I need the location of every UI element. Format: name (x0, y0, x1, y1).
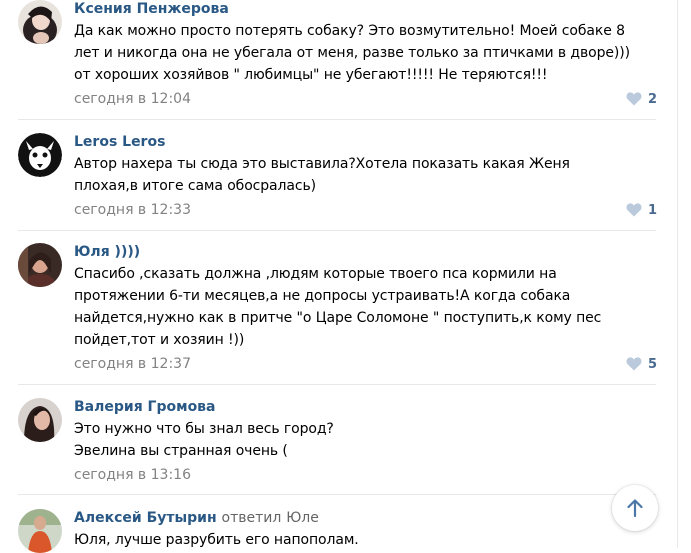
comment-item: Валерия Громова Это нужно что бы знал ве… (0, 398, 660, 488)
comment-author: Алексей Бутырин ответил Юле (74, 509, 319, 527)
comment-timestamp[interactable]: сегодня в 12:33 (74, 201, 191, 219)
comment-author[interactable]: Валерия Громова (74, 398, 216, 416)
comment-separator (18, 119, 656, 120)
avatar[interactable] (18, 509, 62, 553)
comment-author[interactable]: Ксения Пенжерова (74, 0, 229, 18)
heart-icon (626, 357, 642, 371)
comment-author[interactable]: Leros Leros (74, 133, 165, 151)
comment-timestamp[interactable]: сегодня в 12:37 (74, 355, 191, 373)
avatar[interactable] (18, 398, 62, 442)
replied-to-link[interactable]: Юле (286, 510, 319, 526)
scrollbar-track (677, 0, 678, 548)
comment-timestamp[interactable]: сегодня в 12:04 (74, 90, 191, 108)
replied-label: ответил (221, 510, 282, 526)
avatar[interactable] (18, 0, 62, 44)
avatar[interactable] (18, 133, 62, 177)
heart-icon (626, 92, 642, 106)
comment-item: Алексей Бутырин ответил Юле Юля, лучше р… (0, 509, 660, 553)
scroll-to-top-button[interactable] (612, 485, 658, 531)
comment-author[interactable]: Юля )))) (74, 243, 140, 261)
comment-separator (18, 494, 656, 495)
like-button[interactable]: 5 (626, 355, 657, 373)
comment-text: Это нужно что бы знал весь город? Эвелин… (74, 421, 334, 459)
comment-author-name[interactable]: Алексей Бутырин (74, 510, 217, 526)
like-count: 2 (648, 91, 658, 107)
heart-icon (626, 203, 642, 217)
comment-text: Автор нахера ты сюда это выставила?Хотел… (74, 156, 570, 194)
comment-item: Leros Leros Автор нахера ты сюда это выс… (0, 133, 660, 233)
avatar[interactable] (18, 243, 62, 287)
comment-separator (18, 230, 656, 231)
like-count: 5 (648, 356, 658, 372)
like-button[interactable]: 2 (626, 90, 657, 108)
comment-separator (18, 384, 656, 385)
comment-item: Юля )))) Спасибо ,сказать должна ,людям … (0, 243, 660, 383)
comment-item: Ксения Пенжерова Да как можно просто пот… (0, 0, 660, 120)
like-button[interactable]: 1 (626, 201, 657, 219)
arrow-up-icon (627, 499, 643, 518)
comment-text: Спасибо ,сказать должна ,людям которые т… (74, 266, 602, 348)
comment-text: Да как можно просто потерять собаку? Это… (74, 23, 630, 83)
like-count: 1 (648, 202, 658, 218)
comment-timestamp[interactable]: сегодня в 13:16 (74, 466, 191, 484)
